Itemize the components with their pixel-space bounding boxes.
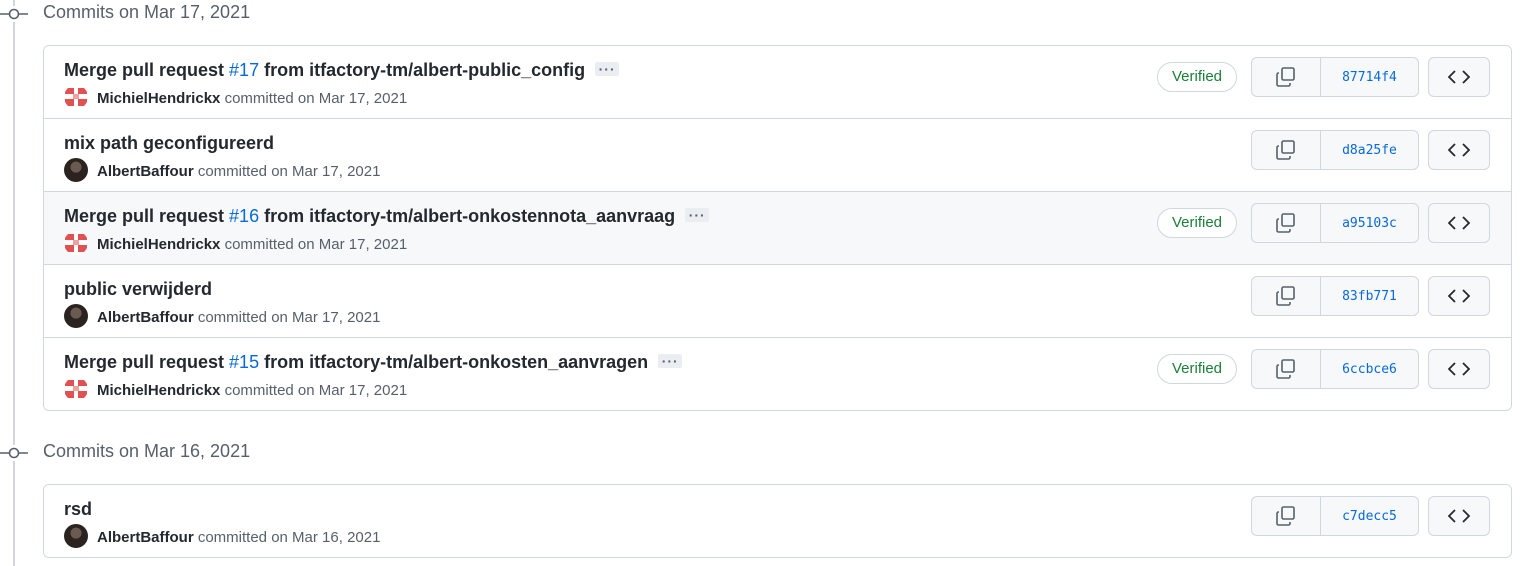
commit-sha-link[interactable]: d8a25fe bbox=[1321, 131, 1418, 169]
code-icon bbox=[1448, 70, 1470, 84]
copy-sha-button[interactable] bbox=[1252, 58, 1321, 96]
commit-row: mix path geconfigureerd AlbertBaffour co… bbox=[44, 118, 1511, 191]
verified-badge[interactable]: Verified bbox=[1157, 208, 1237, 238]
commit-message-text[interactable]: Merge pull request bbox=[64, 60, 229, 80]
commit-meta: MichielHendrickx committed on Mar 17, 20… bbox=[64, 231, 408, 257]
commit-sha-link[interactable]: 83fb771 bbox=[1321, 277, 1418, 315]
avatar[interactable] bbox=[64, 377, 88, 402]
committed-date: committed on Mar 17, 2021 bbox=[197, 309, 381, 326]
commit-sha-link[interactable]: a95103c bbox=[1321, 204, 1418, 242]
copy-icon bbox=[1276, 506, 1295, 526]
copy-sha-button[interactable] bbox=[1252, 497, 1321, 535]
code-icon bbox=[1448, 509, 1470, 523]
timeline-line bbox=[13, 0, 15, 566]
author-link[interactable]: AlbertBaffour bbox=[97, 529, 194, 546]
commit-meta: AlbertBaffour committed on Mar 17, 2021 bbox=[64, 304, 381, 330]
commit-actions: 87714f4 bbox=[1251, 57, 1419, 97]
committed-date: committed on Mar 16, 2021 bbox=[197, 529, 381, 546]
commit-group-date: Commits on Mar 16, 2021 bbox=[43, 441, 251, 461]
copy-sha-button[interactable] bbox=[1252, 131, 1321, 169]
commit-group-header: Commits on Mar 17, 2021 bbox=[0, 0, 600, 28]
kebab-horizontal-icon[interactable]: ··· bbox=[685, 207, 710, 223]
commit-actions: c7decc5 bbox=[1251, 496, 1419, 536]
code-icon bbox=[1448, 216, 1470, 230]
avatar[interactable] bbox=[64, 158, 88, 183]
pull-request-link[interactable]: #17 bbox=[229, 60, 259, 80]
pull-request-link[interactable]: #15 bbox=[229, 352, 259, 372]
verified-badge[interactable]: Verified bbox=[1157, 62, 1237, 92]
commit-actions: 83fb771 bbox=[1251, 276, 1419, 316]
commit-message[interactable]: mix path geconfigureerd bbox=[64, 131, 274, 155]
code-icon bbox=[1448, 143, 1470, 157]
browse-repository-button[interactable] bbox=[1428, 496, 1490, 536]
commit-message-text[interactable]: mix path geconfigureerd bbox=[64, 133, 274, 153]
copy-icon bbox=[1276, 359, 1295, 379]
code-icon bbox=[1448, 362, 1470, 376]
copy-icon bbox=[1276, 286, 1295, 306]
pull-request-link[interactable]: #16 bbox=[229, 206, 259, 226]
author-link[interactable]: AlbertBaffour bbox=[97, 309, 194, 326]
copy-sha-button[interactable] bbox=[1252, 277, 1321, 315]
copy-sha-button[interactable] bbox=[1252, 350, 1321, 388]
copy-icon bbox=[1276, 67, 1295, 87]
commit-meta: AlbertBaffour committed on Mar 17, 2021 bbox=[64, 158, 381, 184]
author-link[interactable]: AlbertBaffour bbox=[97, 163, 194, 180]
commit-actions: d8a25fe bbox=[1251, 130, 1419, 170]
commit-message-text[interactable]: public verwijderd bbox=[64, 279, 212, 299]
browse-repository-button[interactable] bbox=[1428, 276, 1490, 316]
commit-row: public verwijderd AlbertBaffour committe… bbox=[44, 264, 1511, 337]
committed-date: committed on Mar 17, 2021 bbox=[224, 90, 408, 107]
copy-icon bbox=[1276, 140, 1295, 160]
commit-sha-link[interactable]: c7decc5 bbox=[1321, 497, 1418, 535]
author-link[interactable]: MichielHendrickx bbox=[97, 382, 220, 399]
commit-row: Merge pull request #15 from itfactory-tm… bbox=[44, 337, 1511, 410]
avatar[interactable] bbox=[64, 85, 88, 110]
committed-date: committed on Mar 17, 2021 bbox=[197, 163, 381, 180]
commit-actions: a95103c bbox=[1251, 203, 1419, 243]
commit-sha-link[interactable]: 6ccbce6 bbox=[1321, 350, 1418, 388]
commit-message[interactable]: Merge pull request #16 from itfactory-tm… bbox=[64, 204, 710, 228]
browse-repository-button[interactable] bbox=[1428, 349, 1490, 389]
commit-message-text[interactable]: rsd bbox=[64, 499, 92, 519]
commit-message-text[interactable]: Merge pull request bbox=[64, 352, 229, 372]
code-icon bbox=[1448, 289, 1470, 303]
commit-meta: MichielHendrickx committed on Mar 17, 20… bbox=[64, 377, 408, 403]
copy-icon bbox=[1276, 213, 1295, 233]
commit-message-text[interactable]: from itfactory-tm/albert-public_config bbox=[259, 60, 585, 80]
commit-message[interactable]: public verwijderd bbox=[64, 277, 212, 301]
commit-group-header: Commits on Mar 16, 2021 bbox=[0, 439, 600, 467]
commit-meta: MichielHendrickx committed on Mar 17, 20… bbox=[64, 85, 408, 111]
verified-badge[interactable]: Verified bbox=[1157, 354, 1237, 384]
browse-repository-button[interactable] bbox=[1428, 130, 1490, 170]
browse-repository-button[interactable] bbox=[1428, 203, 1490, 243]
committed-date: committed on Mar 17, 2021 bbox=[224, 382, 408, 399]
kebab-horizontal-icon[interactable]: ··· bbox=[658, 353, 683, 369]
commit-meta: AlbertBaffour committed on Mar 16, 2021 bbox=[64, 524, 381, 550]
commit-row: rsd AlbertBaffour committed on Mar 16, 2… bbox=[44, 485, 1511, 557]
commit-message[interactable]: rsd bbox=[64, 497, 92, 521]
avatar[interactable] bbox=[64, 524, 88, 549]
git-commit-icon bbox=[0, 445, 28, 461]
commit-message-text[interactable]: from itfactory-tm/albert-onkosten_aanvra… bbox=[259, 352, 648, 372]
git-commit-icon bbox=[0, 6, 28, 22]
commit-actions: 6ccbce6 bbox=[1251, 349, 1419, 389]
avatar[interactable] bbox=[64, 304, 88, 329]
author-link[interactable]: MichielHendrickx bbox=[97, 236, 220, 253]
copy-sha-button[interactable] bbox=[1252, 204, 1321, 242]
commit-row: Merge pull request #16 from itfactory-tm… bbox=[44, 191, 1511, 264]
kebab-horizontal-icon[interactable]: ··· bbox=[595, 61, 620, 77]
author-link[interactable]: MichielHendrickx bbox=[97, 90, 220, 107]
browse-repository-button[interactable] bbox=[1428, 57, 1490, 97]
commit-message[interactable]: Merge pull request #17 from itfactory-tm… bbox=[64, 58, 620, 82]
commit-message-text[interactable]: Merge pull request bbox=[64, 206, 229, 226]
avatar[interactable] bbox=[64, 231, 88, 256]
commit-group-date: Commits on Mar 17, 2021 bbox=[43, 2, 251, 22]
commit-list: Merge pull request #17 from itfactory-tm… bbox=[43, 45, 1512, 411]
commit-row: Merge pull request #17 from itfactory-tm… bbox=[44, 46, 1511, 118]
commit-list: rsd AlbertBaffour committed on Mar 16, 2… bbox=[43, 484, 1512, 558]
commit-sha-link[interactable]: 87714f4 bbox=[1321, 58, 1418, 96]
committed-date: committed on Mar 17, 2021 bbox=[224, 236, 408, 253]
commit-message[interactable]: Merge pull request #15 from itfactory-tm… bbox=[64, 350, 683, 374]
commit-message-text[interactable]: from itfactory-tm/albert-onkostennota_aa… bbox=[259, 206, 675, 226]
